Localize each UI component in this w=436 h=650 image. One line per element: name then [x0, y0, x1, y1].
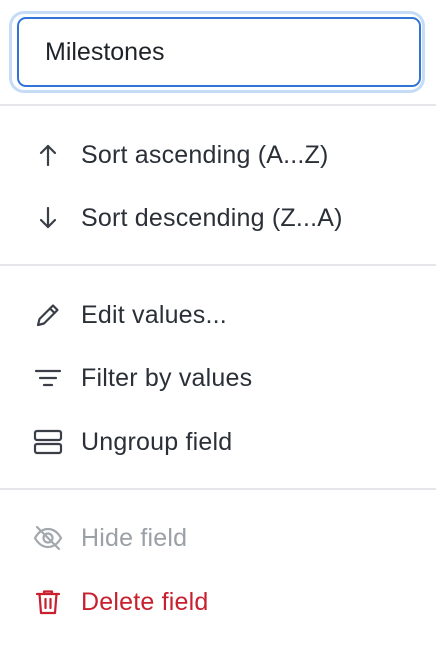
arrow-down-icon: [32, 202, 64, 234]
ungroup-icon: [32, 426, 64, 458]
trash-icon: [32, 586, 64, 618]
sort-descending-label: Sort descending (Z...A): [81, 203, 343, 232]
divider: [0, 488, 436, 490]
sort-ascending-item[interactable]: Sort ascending (A...Z): [0, 127, 436, 183]
field-name-input[interactable]: [17, 17, 421, 87]
filter-icon: [32, 362, 64, 394]
filter-by-values-item[interactable]: Filter by values: [0, 350, 436, 406]
divider: [0, 264, 436, 266]
ungroup-field-label: Ungroup field: [81, 427, 233, 456]
sort-descending-item[interactable]: Sort descending (Z...A): [0, 190, 436, 246]
filter-by-values-label: Filter by values: [81, 363, 253, 392]
sort-ascending-label: Sort ascending (A...Z): [81, 140, 329, 169]
delete-field-item[interactable]: Delete field: [0, 574, 436, 630]
pencil-icon: [32, 299, 64, 331]
delete-field-label: Delete field: [81, 587, 209, 616]
eye-off-icon: [32, 522, 64, 554]
ungroup-field-item[interactable]: Ungroup field: [0, 414, 436, 470]
hide-field-item: Hide field: [0, 510, 436, 566]
edit-values-item[interactable]: Edit values...: [0, 287, 436, 343]
arrow-up-icon: [32, 139, 64, 171]
divider: [0, 104, 436, 106]
hide-field-label: Hide field: [81, 523, 188, 552]
field-options-menu: Sort ascending (A...Z) Sort descending (…: [0, 0, 436, 650]
edit-values-label: Edit values...: [81, 300, 227, 329]
